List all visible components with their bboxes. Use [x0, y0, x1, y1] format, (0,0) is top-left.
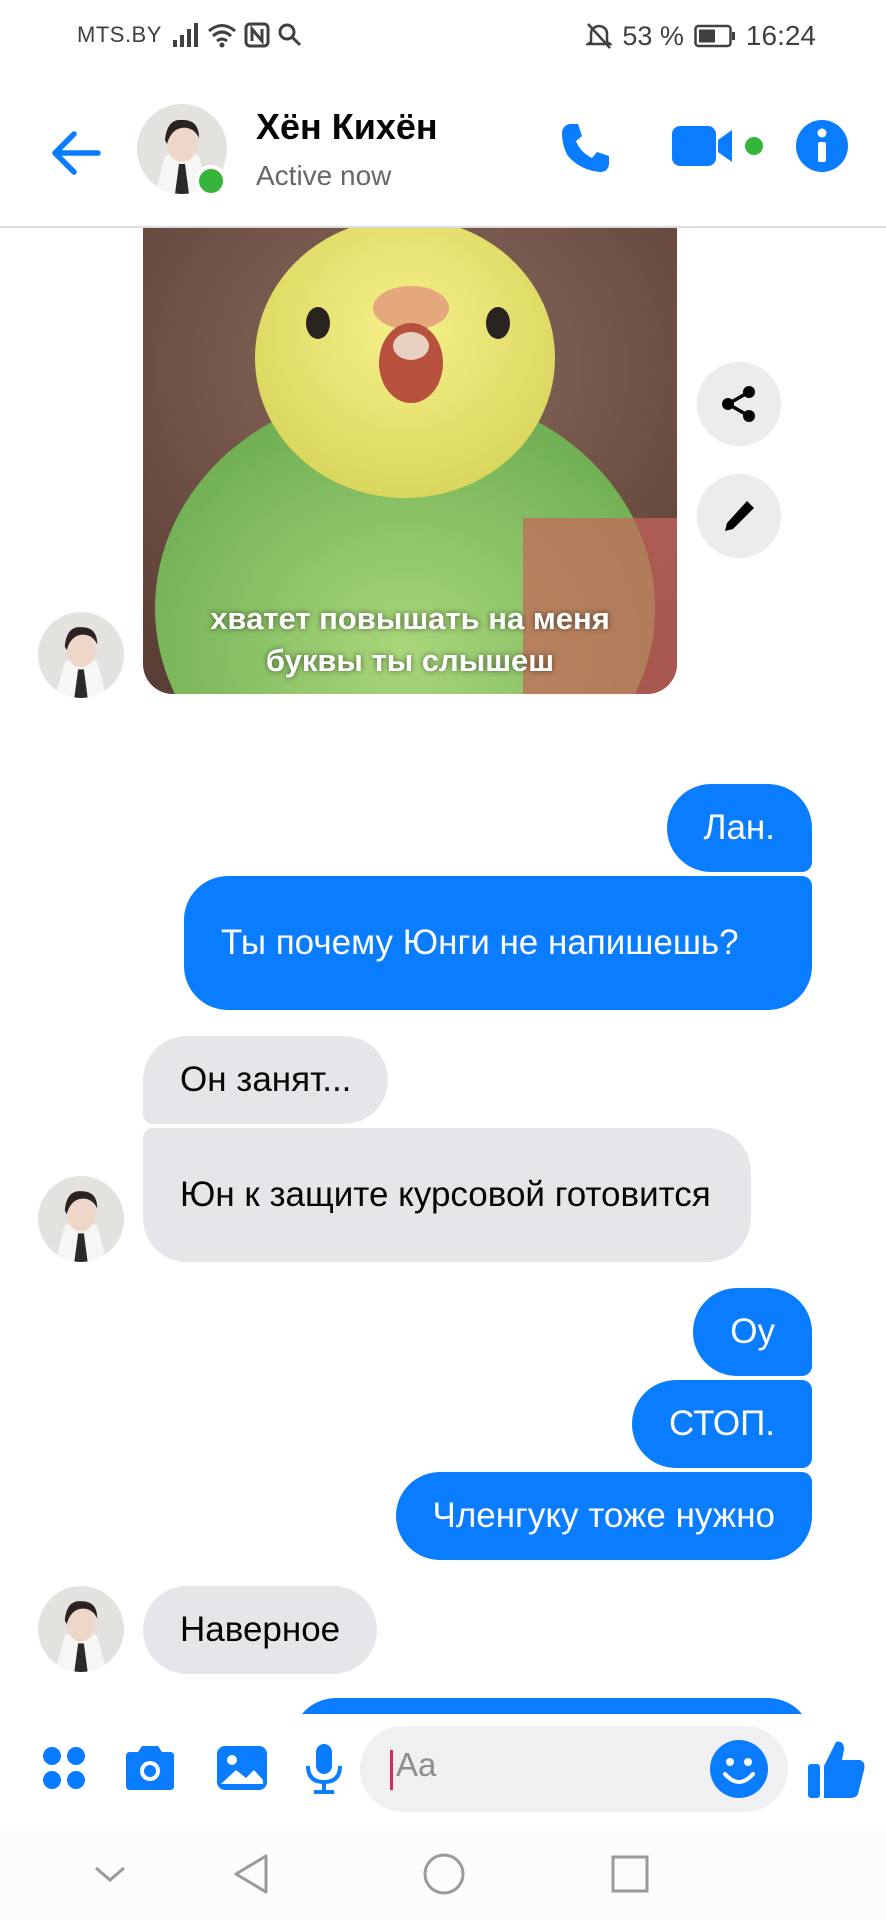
message-outgoing[interactable]: Лан. [666, 784, 812, 872]
battery-percent: 53 % [622, 20, 684, 51]
status-icons-right: 53 % 16:24 [586, 20, 816, 52]
message-text: Членгуку тоже нужно [432, 1496, 775, 1535]
recents-square-icon[interactable] [604, 1848, 656, 1900]
share-button[interactable] [697, 362, 781, 446]
avatar-photo [38, 612, 124, 698]
emoji-icon[interactable] [708, 1738, 770, 1800]
signal-icon [173, 23, 198, 47]
message-incoming[interactable]: Юн к защите курсовой готовится [143, 1128, 751, 1262]
apps-grid-icon[interactable] [34, 1738, 94, 1798]
carrier-label: MTS.BY [77, 22, 162, 47]
home-circle-icon[interactable] [418, 1848, 470, 1900]
share-icon [722, 386, 755, 422]
back-triangle-icon[interactable] [226, 1848, 278, 1900]
search-icon [278, 23, 302, 47]
avatar-photo [38, 1586, 124, 1672]
message-text: Наверное [180, 1610, 341, 1649]
edit-button[interactable] [697, 474, 781, 558]
battery-icon [694, 24, 735, 48]
video-camera-icon[interactable] [670, 118, 770, 178]
message-input-placeholder: Aa [396, 1746, 437, 1783]
back-arrow-icon[interactable] [44, 122, 106, 184]
message-outgoing[interactable]: СТОП. [631, 1380, 812, 1468]
info-icon[interactable] [794, 118, 850, 174]
phone-icon[interactable] [556, 118, 616, 178]
system-navigation-bar [0, 1826, 886, 1920]
status-bar: MTS.BY 53 % 16:24 [0, 0, 886, 70]
message-outgoing[interactable]: Оу [693, 1288, 812, 1376]
thumbs-up-icon[interactable] [806, 1736, 868, 1802]
sticker-image[interactable]: хватет повышать на меня буквы ты слышеш [143, 228, 677, 694]
microphone-icon[interactable] [294, 1738, 354, 1798]
hide-chevron-icon[interactable] [84, 1848, 136, 1900]
clock: 16:24 [745, 20, 816, 51]
contact-name[interactable]: Хён Кихён [256, 106, 438, 148]
message-text: Ты почему Юнги не напишешь? [221, 923, 739, 962]
contact-avatar-small[interactable] [38, 1176, 124, 1262]
contact-status: Active now [256, 160, 392, 191]
message-text: Он занят... [180, 1060, 352, 1099]
message-incoming[interactable]: Он занят... [143, 1036, 389, 1124]
message-text: Оу [730, 1312, 775, 1351]
status-icons-left [172, 20, 303, 50]
gallery-icon[interactable] [212, 1738, 272, 1798]
contact-avatar-small[interactable] [38, 612, 124, 698]
message-outgoing[interactable]: Членгуку тоже нужно [395, 1472, 812, 1560]
avatar-photo [38, 1176, 124, 1262]
pencil-icon [725, 501, 754, 531]
message-text: СТОП. [668, 1404, 775, 1443]
message-text: Лан. [703, 808, 776, 847]
camera-icon[interactable] [120, 1738, 180, 1798]
text-caret [390, 1750, 393, 1790]
sticker-caption: хватет повышать на меня буквы ты слышеш [210, 601, 610, 678]
mute-icon [586, 23, 613, 49]
message-outgoing[interactable]: Ты почему Юнги не напишешь? [184, 876, 812, 1010]
wifi-icon [208, 24, 236, 48]
message-text: Юн к защите курсовой готовится [180, 1175, 711, 1214]
message-composer: Aa [0, 1714, 886, 1826]
contact-avatar-small[interactable] [38, 1586, 124, 1672]
nfc-icon [244, 22, 270, 48]
online-indicator [195, 165, 227, 197]
conversation-header: Хён Кихён Active now [0, 82, 886, 228]
message-input[interactable]: Aa [360, 1726, 788, 1812]
message-incoming[interactable]: Наверное [143, 1586, 378, 1674]
